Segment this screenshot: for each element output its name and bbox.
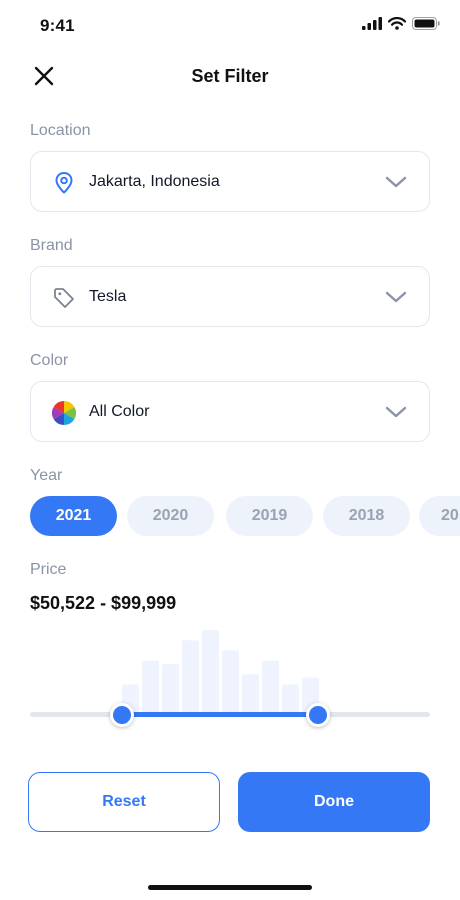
- location-label: Location: [30, 122, 91, 139]
- price-histogram: [122, 630, 319, 715]
- map-pin-icon: [52, 171, 76, 195]
- color-value: All Color: [89, 402, 150, 420]
- tag-icon: [52, 286, 76, 310]
- color-label: Color: [30, 352, 69, 369]
- year-chip-2018[interactable]: 2018: [323, 496, 410, 536]
- color-select[interactable]: All Color: [30, 381, 430, 442]
- page-title: Set Filter: [191, 66, 269, 86]
- reset-button[interactable]: Reset: [28, 772, 220, 832]
- year-chip-2017[interactable]: 20: [419, 496, 460, 536]
- battery-icon: [412, 17, 440, 30]
- status-icons: [362, 17, 440, 30]
- brand-select[interactable]: Tesla: [30, 266, 430, 327]
- location-value: Jakarta, Indonesia: [89, 172, 220, 190]
- price-range-value: $50,522 - $99,999: [30, 593, 177, 613]
- slider-min-thumb[interactable]: [110, 703, 134, 727]
- price-range-slider[interactable]: [30, 703, 430, 727]
- home-indicator: [148, 885, 312, 890]
- slider-track-fill: [122, 712, 318, 717]
- chevron-down-icon: [385, 406, 407, 418]
- wifi-icon: [388, 17, 406, 30]
- year-chip-2020[interactable]: 2020: [127, 496, 214, 536]
- year-chip-row: 2021 2020 2019 2018 20: [0, 496, 460, 536]
- brand-value: Tesla: [89, 287, 127, 305]
- header: Set Filter: [0, 56, 460, 96]
- status-time: 9:41: [40, 16, 75, 35]
- price-label: Price: [30, 561, 67, 578]
- color-wheel-icon: [52, 401, 76, 425]
- year-chip-2019[interactable]: 2019: [226, 496, 313, 536]
- chevron-down-icon: [385, 291, 407, 303]
- year-label: Year: [30, 467, 63, 484]
- slider-max-thumb[interactable]: [306, 703, 330, 727]
- location-select[interactable]: Jakarta, Indonesia: [30, 151, 430, 212]
- status-bar: 9:41: [0, 0, 460, 50]
- year-chip-2021[interactable]: 2021: [30, 496, 117, 536]
- brand-label: Brand: [30, 237, 73, 254]
- chevron-down-icon: [385, 176, 407, 188]
- done-button[interactable]: Done: [238, 772, 430, 832]
- signal-icon: [362, 17, 382, 30]
